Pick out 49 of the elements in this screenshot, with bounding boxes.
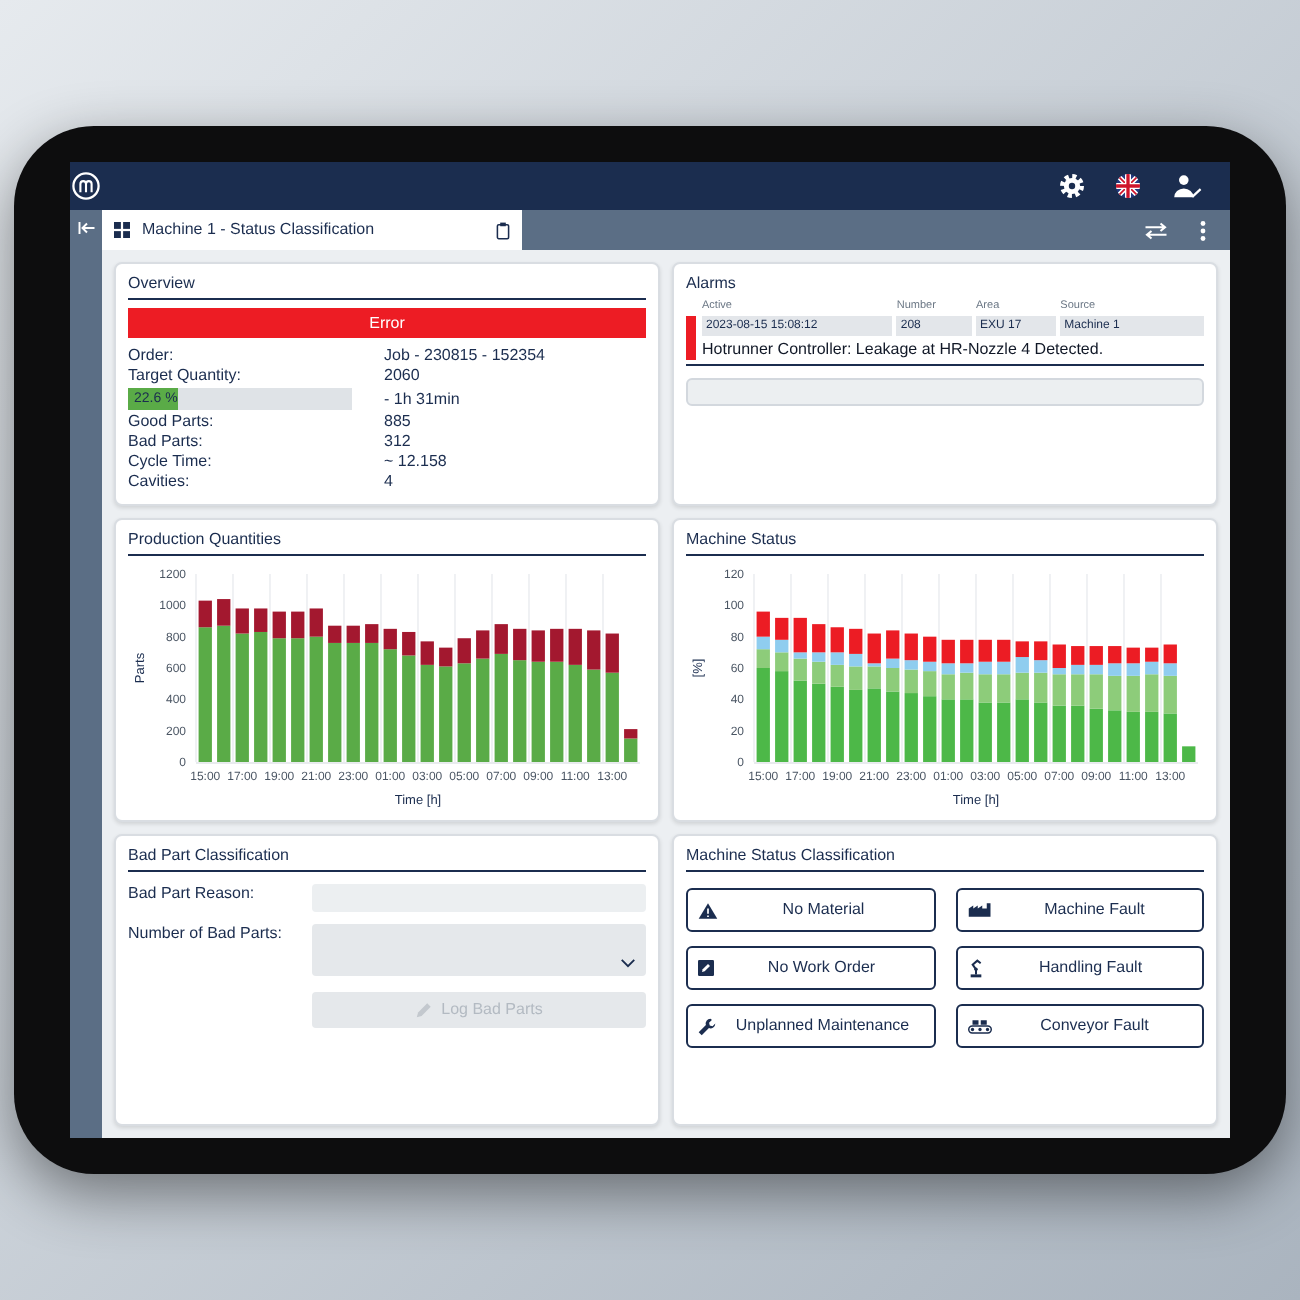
field-value: Job - 230815 - 152354 — [384, 346, 546, 366]
dropdown-field[interactable] — [312, 924, 646, 976]
field-value: ~ 12.158 — [384, 452, 447, 472]
warning-icon — [698, 901, 718, 919]
grid-icon — [114, 222, 130, 238]
more-icon[interactable] — [1200, 219, 1206, 241]
field-value: 312 — [384, 432, 411, 452]
status-button[interactable]: Unplanned Maintenance — [686, 1004, 935, 1048]
chevron-down-icon — [620, 958, 636, 968]
field-label: Good Parts: — [128, 412, 214, 432]
section-title: Overview — [128, 274, 195, 294]
section-title: Alarms — [686, 274, 736, 294]
logo-icon[interactable] — [72, 172, 100, 200]
robot-arm-icon — [967, 958, 983, 978]
settings-icon[interactable] — [1060, 174, 1084, 198]
field-value: - 1h 31min — [384, 389, 460, 409]
section-title: Machine Status Classification — [686, 846, 895, 866]
status-button[interactable]: No Material — [686, 888, 935, 932]
collapse-icon[interactable] — [77, 220, 95, 236]
user-check-icon[interactable] — [1172, 174, 1202, 198]
pencil-icon — [415, 1002, 432, 1018]
field-label: Number of Bad Parts: — [128, 924, 282, 944]
flag-icon[interactable] — [1116, 174, 1140, 198]
tab[interactable]: Machine 1 - Status Classification — [102, 210, 522, 250]
field-label: Cavities: — [128, 472, 190, 492]
section-title: Production Quantities — [128, 530, 281, 550]
conveyor-icon — [967, 1019, 991, 1033]
field-value: 4 — [384, 472, 393, 492]
status-button[interactable]: No Work Order — [686, 946, 935, 990]
field-value: 885 — [384, 412, 411, 432]
status-button[interactable]: Machine Fault — [955, 888, 1204, 932]
status-button[interactable]: Handling Fault — [955, 946, 1204, 990]
factory-icon — [967, 902, 991, 918]
status-banner: Error — [128, 308, 646, 338]
field-label: Bad Parts: — [128, 432, 203, 452]
field-label: Cycle Time: — [128, 452, 212, 472]
swap-icon[interactable] — [1144, 221, 1168, 239]
alarm-message: Hotrunner Controller: Leakage at HR-Nozzle 4 Detected. — [702, 338, 1104, 360]
field-label: Order: — [128, 346, 174, 366]
section-title: Machine Status — [686, 530, 797, 550]
status-button[interactable]: Conveyor Fault — [955, 1004, 1204, 1048]
section-title: Bad Part Classification — [128, 846, 289, 866]
wrench-icon — [698, 1017, 716, 1035]
note-icon — [698, 960, 714, 976]
field-label: Bad Part Reason: — [128, 884, 255, 904]
field-value: 2060 — [384, 366, 420, 386]
field-label: Target Quantity: — [128, 366, 241, 386]
bar-segment — [1182, 746, 1196, 762]
clipboard-icon[interactable] — [496, 221, 510, 239]
